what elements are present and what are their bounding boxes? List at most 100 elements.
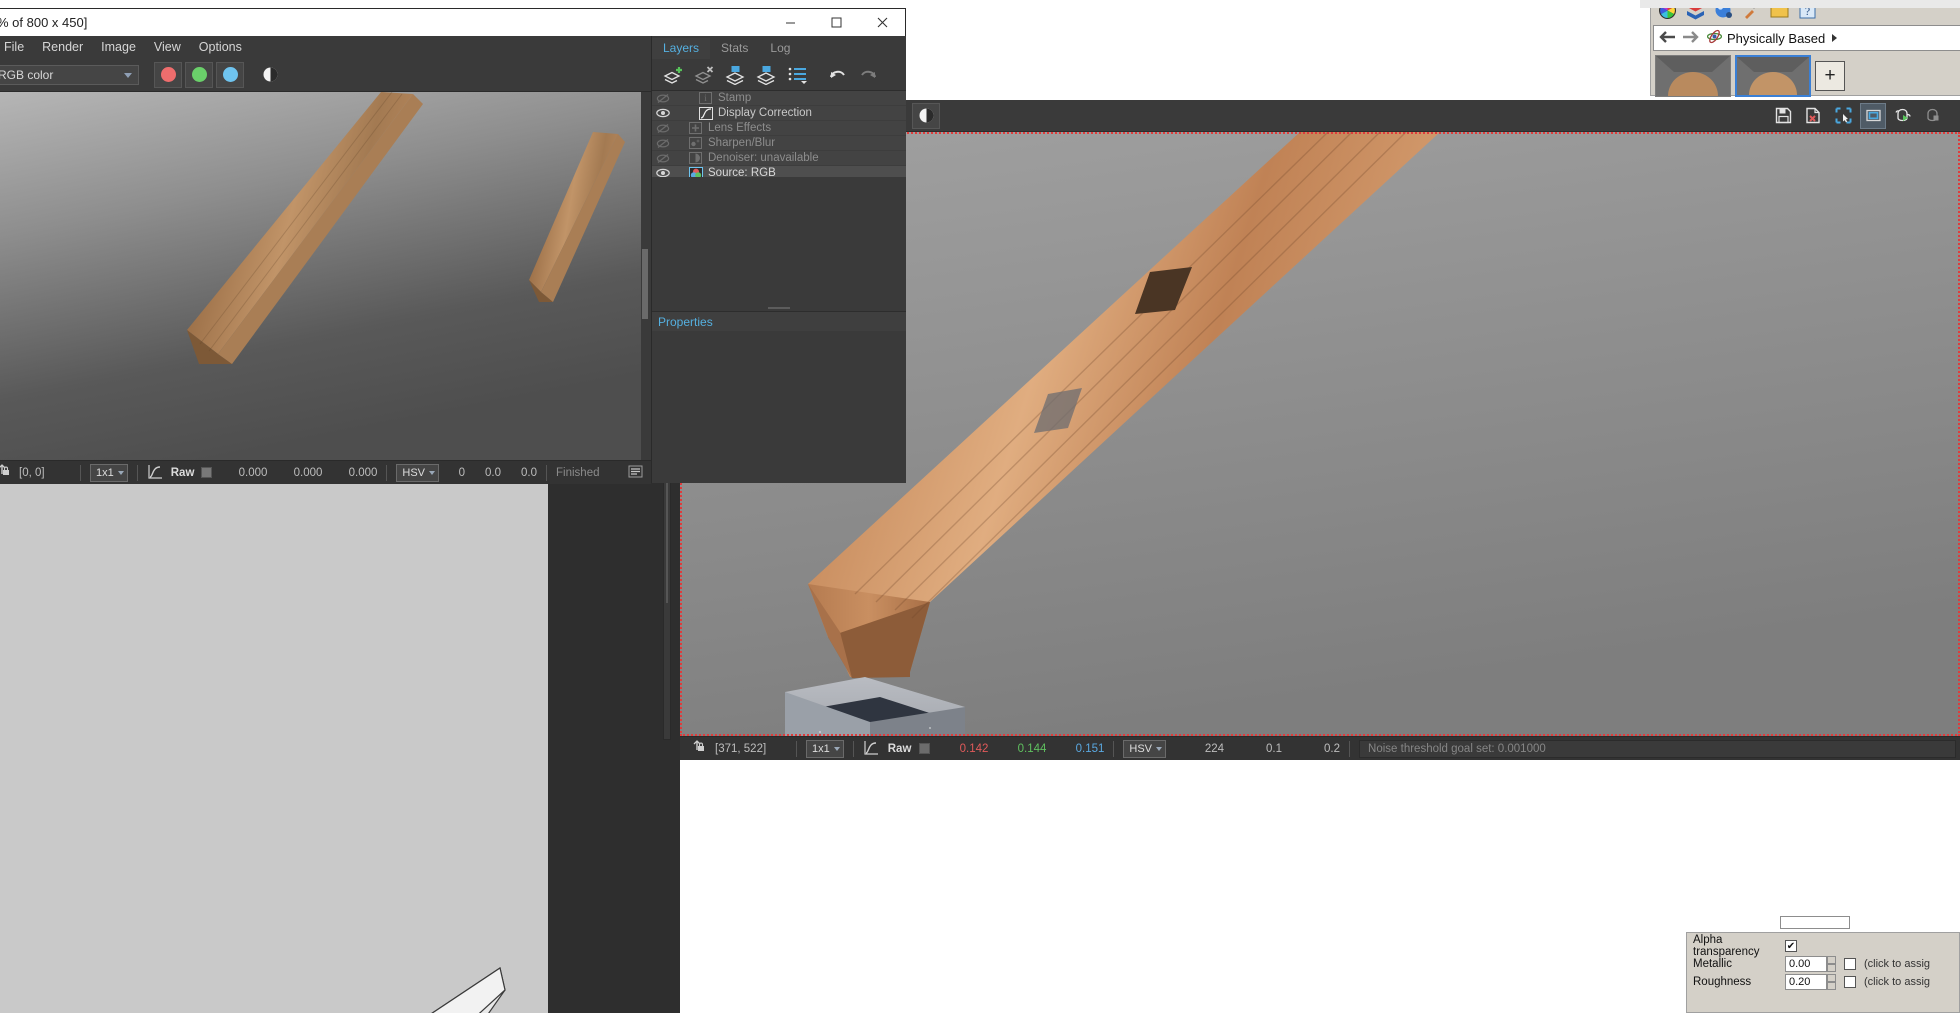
property-assign-link[interactable]: (click to assig — [1864, 958, 1930, 970]
material-slot-row[interactable]: + — [1651, 53, 1960, 99]
frame-region-button[interactable] — [1860, 102, 1886, 129]
property-spinner[interactable] — [1827, 956, 1836, 972]
move-layer-down-button[interactable] — [753, 62, 781, 88]
move-layer-up-button[interactable] — [722, 62, 750, 88]
layer-row[interactable]: Sharpen/Blur — [652, 136, 906, 151]
material-editor-top[interactable]: ? Physically Based + — [1650, 0, 1960, 99]
pixel-lock-icon[interactable] — [0, 463, 10, 482]
save-image-as-icon — [1805, 107, 1820, 124]
hue-value: 224 — [1204, 742, 1225, 755]
tab-stats[interactable]: Stats — [710, 38, 759, 59]
layers-panel-tabs[interactable]: Layers Stats Log — [652, 36, 906, 59]
delete-layer-button[interactable] — [691, 62, 719, 88]
scrollbar-vertical[interactable] — [663, 480, 671, 740]
material-slot[interactable] — [1655, 55, 1731, 97]
window-controls[interactable] — [767, 9, 905, 36]
material-properties-panel[interactable]: Alpha transparency ✔ Metallic 0.00 (click to… — [1686, 932, 1960, 1013]
channel-b-value: 0.000 — [348, 466, 378, 479]
material-property-list[interactable]: Alpha transparency ✔ Metallic 0.00 (click to… — [1693, 934, 1953, 991]
render-last-button[interactable] — [1890, 103, 1916, 129]
alpha-channel-icon — [263, 67, 277, 82]
vfb1-status-bar[interactable]: [0, 0] 1x1 Raw 0.000 0.000 0.000 HSV 0 0… — [0, 460, 651, 484]
layer-row[interactable]: Lens Effects — [652, 121, 906, 136]
material-map-field[interactable] — [1780, 916, 1850, 929]
save-image-button[interactable] — [1770, 103, 1796, 129]
region-render-button[interactable] — [1830, 103, 1856, 129]
vfb2-status-bar[interactable]: [371, 522] 1x1 Raw 0.142 0.144 0.151 HSV… — [680, 736, 1960, 760]
redo-button[interactable] — [854, 62, 882, 88]
arrow-right-icon[interactable] — [1682, 30, 1700, 47]
layer-presets-button[interactable] — [784, 62, 812, 88]
layer-list[interactable]: i Stamp Display Correction Lens Effects Shar… — [652, 91, 906, 181]
scrollbar-thumb[interactable] — [642, 249, 648, 319]
close-button[interactable] — [859, 9, 905, 36]
color-space-select[interactable]: HSV — [1123, 739, 1167, 758]
property-value[interactable]: 0.00 — [1785, 956, 1827, 972]
sample-size-select[interactable]: 1x1 — [90, 463, 128, 482]
material-property-row[interactable]: Alpha transparency ✔ — [1693, 934, 1953, 958]
green-channel-button[interactable] — [185, 61, 213, 88]
property-checkbox[interactable]: ✔ — [1785, 940, 1797, 952]
menu-file[interactable]: File — [0, 36, 33, 58]
maximize-button[interactable] — [813, 9, 859, 36]
menu-options[interactable]: Options — [190, 36, 251, 58]
add-layer-button[interactable] — [660, 62, 688, 88]
menu-view[interactable]: View — [145, 36, 190, 58]
channel-g-value: 0.144 — [1017, 742, 1047, 755]
color-space-select[interactable]: HSV — [396, 463, 440, 482]
alpha-channel-button[interactable] — [256, 62, 284, 88]
property-spinner[interactable] — [1827, 974, 1836, 990]
layer-row[interactable]: i Stamp — [652, 91, 906, 106]
layers-panel[interactable]: Layers Stats Log i Stamp Display Correct… — [651, 36, 906, 483]
layer-visibility-toggle[interactable] — [652, 108, 674, 118]
arrow-left-icon[interactable] — [1658, 30, 1676, 47]
menu-render[interactable]: Render — [33, 36, 92, 58]
picked-color-swatch[interactable] — [201, 467, 213, 478]
undo-button[interactable] — [823, 62, 851, 88]
picked-color-swatch[interactable] — [919, 743, 931, 754]
stop-render-button[interactable] — [1920, 103, 1946, 129]
render-image-primary[interactable] — [0, 92, 641, 460]
property-checkbox[interactable] — [1844, 976, 1856, 988]
property-assign-link[interactable]: (click to assig — [1864, 976, 1930, 988]
channel-select[interactable]: RGB color — [0, 64, 139, 85]
material-breadcrumb[interactable]: Physically Based — [1653, 25, 1960, 51]
property-checkbox[interactable] — [1844, 958, 1856, 970]
pixel-lock-icon[interactable] — [692, 739, 705, 758]
red-channel-button[interactable] — [154, 61, 182, 88]
alpha-channel-button[interactable] — [912, 102, 940, 129]
region-render-icon — [1835, 107, 1851, 124]
sample-size-select[interactable]: 1x1 — [806, 739, 844, 758]
menu-image[interactable]: Image — [92, 36, 145, 58]
material-name: Physically Based — [1727, 30, 1826, 46]
vfb1-title-bar[interactable]: % of 800 x 450] — [0, 9, 905, 36]
histogram-icon[interactable] — [628, 465, 643, 481]
property-value[interactable]: 0.20 — [1785, 974, 1827, 990]
color-curve-icon[interactable] — [863, 740, 879, 758]
viewport-wireframe[interactable] — [0, 478, 548, 1013]
tab-layers[interactable]: Layers — [652, 38, 711, 59]
layer-name: Sharpen/Blur — [708, 137, 776, 149]
save-image-as-button[interactable] — [1800, 103, 1826, 129]
minimize-button[interactable] — [767, 9, 813, 36]
panel-gap — [548, 478, 680, 1013]
layer-visibility-toggle[interactable] — [652, 123, 674, 134]
color-curve-icon[interactable] — [147, 464, 163, 482]
stop-render-icon — [1926, 108, 1938, 122]
layer-row[interactable]: Display Correction — [652, 106, 906, 121]
layer-row[interactable]: Denoiser: unavailable — [652, 151, 906, 166]
blue-channel-button[interactable] — [216, 61, 244, 88]
material-property-row[interactable]: Roughness 0.20 (click to assig — [1693, 973, 1953, 991]
layer-visibility-toggle[interactable] — [652, 93, 674, 104]
add-material-button[interactable]: + — [1815, 61, 1845, 91]
material-property-row[interactable]: Metallic 0.00 (click to assig — [1693, 955, 1953, 973]
layer-visibility-toggle[interactable] — [652, 153, 674, 164]
layer-visibility-toggle[interactable] — [652, 138, 674, 149]
layers-toolbar[interactable] — [652, 59, 906, 91]
vfb-window-primary[interactable]: % of 800 x 450] File Render Image View O… — [0, 8, 906, 484]
layer-type-icon — [698, 106, 713, 120]
layer-type-icon: i — [698, 92, 713, 104]
tab-log[interactable]: Log — [759, 38, 801, 59]
material-slot-selected[interactable] — [1735, 55, 1811, 97]
chevron-right-icon[interactable] — [1831, 31, 1839, 46]
